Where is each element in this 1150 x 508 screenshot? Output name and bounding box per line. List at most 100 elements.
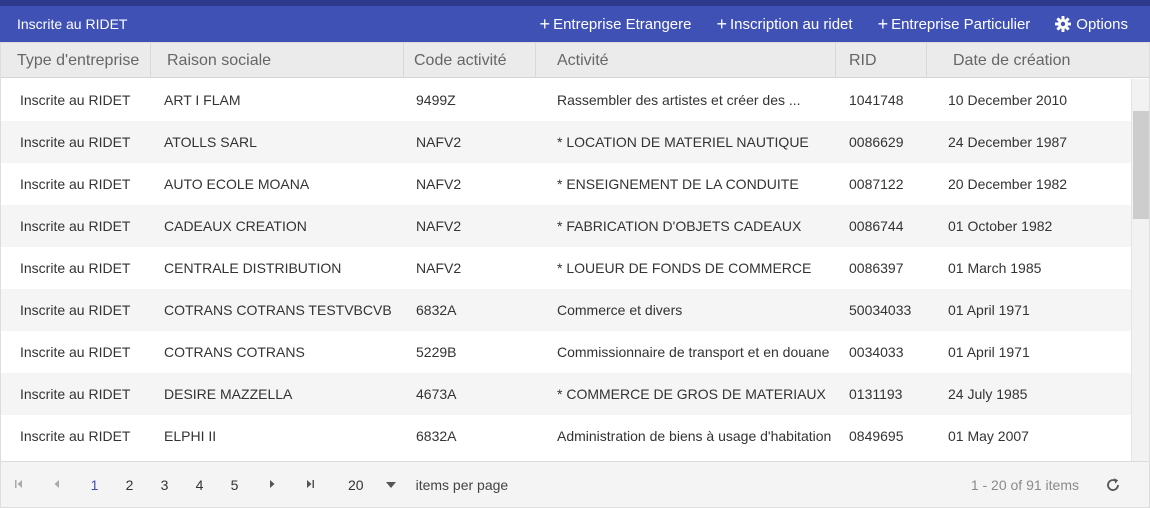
column-header-creation-date[interactable]: Date de création (927, 43, 1149, 78)
ridet-registration-button[interactable]: + Inscription au ridet (716, 15, 852, 33)
cell-company-type: Inscrite au RIDET (20, 218, 131, 234)
options-label: Options (1076, 15, 1128, 33)
cell-company-type: Inscrite au RIDET (20, 176, 131, 192)
toolbar: Inscrite au RIDET + Entreprise Etrangere… (0, 0, 1150, 42)
column-header-activity-code[interactable]: Code activité (404, 43, 536, 78)
plus-icon: + (539, 14, 551, 34)
cell-company-name: CADEAUX CREATION (164, 218, 307, 234)
cell-activity: Rassembler des artistes et créer des ... (557, 92, 801, 108)
cell-activity-code: NAFV2 (416, 176, 462, 192)
cell-company-name: CENTRALE DISTRIBUTION (164, 260, 342, 276)
cell-company-name: COTRANS COTRANS TESTVBCVB (164, 302, 392, 318)
cell-creation-date: 01 March 1985 (948, 260, 1042, 276)
first-page-icon (15, 479, 22, 488)
page-size-dropdown[interactable]: 20 (348, 477, 396, 493)
cell-creation-date: 24 July 1985 (948, 386, 1028, 402)
refresh-icon (1107, 477, 1119, 491)
next-page-button[interactable] (252, 478, 292, 492)
last-page-button[interactable] (292, 478, 328, 492)
column-header-activity[interactable]: Activité (536, 43, 836, 78)
options-button[interactable]: Options (1055, 16, 1128, 33)
cell-company-type: Inscrite au RIDET (20, 134, 131, 150)
cell-company-name: AUTO ECOLE MOANA (164, 176, 310, 192)
vertical-scrollbar[interactable] (1131, 79, 1149, 461)
cell-activity: * ENSEIGNEMENT DE LA CONDUITE (557, 176, 799, 192)
cell-activity: * LOUEUR DE FONDS DE COMMERCE (557, 260, 812, 276)
table-row[interactable]: Inscrite au RIDET AUTO ECOLE MOANA NAFV2 * … (1, 163, 1131, 205)
add-foreign-company-label: Entreprise Etrangere (553, 15, 692, 33)
cell-activity-code: 6832A (416, 428, 457, 444)
column-header-rid[interactable]: RID (836, 43, 927, 78)
chevron-down-icon (385, 481, 396, 488)
cell-rid: 0086629 (849, 134, 904, 150)
table-row[interactable]: Inscrite au RIDET DESIRE MAZZELLA 4673A * C… (1, 373, 1131, 415)
cell-activity-code: 6832A (416, 302, 457, 318)
gear-icon (1055, 16, 1072, 32)
grid-body: Inscrite au RIDET ART I FLAM 9499Z Rassembl… (1, 79, 1149, 461)
cell-company-name: COTRANS COTRANS (164, 344, 305, 360)
page-title: Inscrite au RIDET (17, 16, 128, 32)
last-page-icon (307, 479, 314, 488)
pager-info: 1 - 20 of 91 items (970, 476, 1079, 493)
cell-activity: Commerce et divers (557, 302, 683, 318)
column-header-company-type[interactable]: Type d'entreprise (1, 43, 151, 78)
table-row[interactable]: Inscrite au RIDET ATOLLS SARL NAFV2 * LOCAT… (1, 121, 1131, 163)
table-row[interactable]: Inscrite au RIDET ELPHI II 6832A Administra… (1, 415, 1131, 457)
plus-icon: + (877, 14, 889, 34)
page-3-button[interactable]: 3 (147, 477, 182, 493)
cell-company-type: Inscrite au RIDET (20, 428, 131, 444)
table-row[interactable]: Inscrite au RIDET COTRANS COTRANS 5229B Com… (1, 331, 1131, 373)
cell-creation-date: 01 April 1971 (948, 302, 1030, 318)
cell-rid: 0849695 (849, 428, 904, 444)
cell-activity-code: NAFV2 (416, 260, 462, 276)
cell-company-type: Inscrite au RIDET (20, 344, 131, 360)
pager: 1 2 3 4 5 20 items per page 1 - 20 of 91… (1, 461, 1149, 507)
grid-rows: Inscrite au RIDET ART I FLAM 9499Z Rassembl… (1, 79, 1131, 457)
grid-header: Type d'entreprise Raison sociale Code ac… (1, 43, 1149, 78)
page-5-button[interactable]: 5 (217, 477, 252, 493)
table-row[interactable]: Inscrite au RIDET CADEAUX CREATION NAFV2 * … (1, 205, 1131, 247)
cell-rid: 1041748 (849, 92, 904, 108)
cell-creation-date: 01 October 1982 (948, 218, 1053, 234)
add-individual-company-label: Entreprise Particulier (891, 15, 1031, 33)
cell-rid: 0034033 (849, 344, 904, 360)
ridet-registration-label: Inscription au ridet (729, 15, 853, 33)
scrollbar-thumb[interactable] (1133, 111, 1149, 219)
table-row[interactable]: Inscrite au RIDET CENTRALE DISTRIBUTION NA… (1, 247, 1131, 289)
cell-activity-code: NAFV2 (416, 218, 462, 234)
add-foreign-company-button[interactable]: + Entreprise Etrangere (540, 15, 692, 33)
refresh-button[interactable] (1105, 477, 1121, 493)
cell-creation-date: 24 December 1987 (948, 134, 1068, 150)
cell-rid: 0131193 (849, 386, 903, 402)
toolbar-actions: + Entreprise Etrangere + Inscription au … (515, 15, 1150, 33)
page-2-button[interactable]: 2 (112, 477, 147, 493)
cell-activity: * LOCATION DE MATERIEL NAUTIQUE (557, 134, 809, 150)
cell-company-type: Inscrite au RIDET (20, 260, 131, 276)
table-row[interactable]: Inscrite au RIDET ART I FLAM 9499Z Rassembl… (1, 79, 1131, 121)
cell-company-name: ELPHI II (164, 428, 217, 444)
column-header-company-name[interactable]: Raison sociale (151, 43, 404, 78)
cell-company-name: ATOLLS SARL (164, 134, 257, 150)
previous-page-icon (54, 479, 59, 488)
items-per-page-label: items per page (415, 476, 509, 493)
previous-page-button[interactable] (37, 478, 77, 492)
table-row[interactable]: Inscrite au RIDET COTRANS COTRANS TESTVBC… (1, 289, 1131, 331)
page-4-button[interactable]: 4 (182, 477, 217, 493)
cell-company-type: Inscrite au RIDET (20, 92, 131, 108)
cell-activity: Administration de biens à usage d'habita… (557, 428, 832, 444)
cell-company-type: Inscrite au RIDET (20, 302, 131, 318)
plus-icon: + (716, 14, 727, 34)
cell-rid: 0086744 (849, 218, 904, 234)
cell-creation-date: 01 May 2007 (948, 428, 1029, 444)
cell-creation-date: 01 April 1971 (948, 344, 1030, 360)
cell-activity-code: 9499Z (416, 92, 456, 108)
next-page-icon (270, 479, 275, 488)
cell-creation-date: 20 December 1982 (948, 176, 1068, 192)
first-page-button[interactable] (1, 478, 37, 492)
page-size-value: 20 (348, 476, 364, 493)
page-1-button[interactable]: 1 (77, 477, 112, 493)
cell-activity: * COMMERCE DE GROS DE MATERIAUX (557, 386, 826, 402)
add-individual-company-button[interactable]: + Entreprise Particulier (878, 15, 1031, 33)
cell-activity: * FABRICATION D'OBJETS CADEAUX (557, 218, 802, 234)
cell-rid: 0086397 (849, 260, 904, 276)
